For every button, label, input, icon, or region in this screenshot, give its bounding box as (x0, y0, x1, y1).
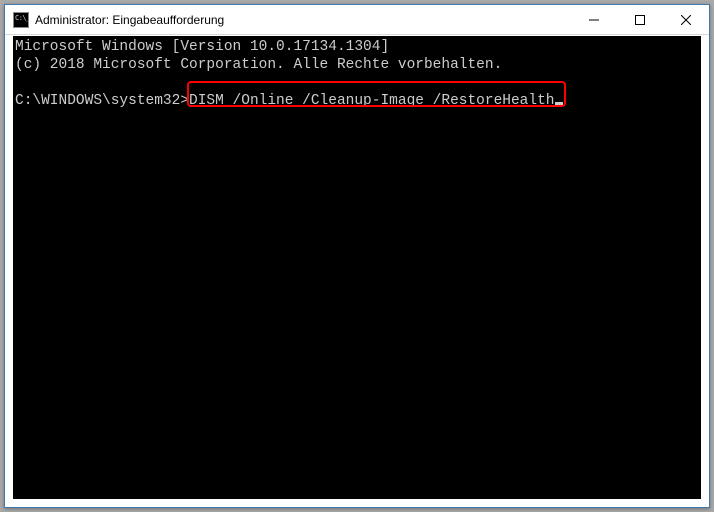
titlebar[interactable]: Administrator: Eingabeaufforderung (5, 5, 709, 35)
console-line-version: Microsoft Windows [Version 10.0.17134.13… (15, 39, 389, 55)
window-frame: Administrator: Eingabeaufforderung Micro… (4, 4, 710, 508)
minimize-button[interactable] (571, 5, 617, 34)
window-controls (571, 5, 709, 34)
console-command: DISM /Online /Cleanup-Image /RestoreHeal… (189, 93, 554, 109)
maximize-button[interactable] (617, 5, 663, 34)
console-prompt: C:\WINDOWS\system32> (15, 93, 189, 109)
close-button[interactable] (663, 5, 709, 34)
cmd-icon (13, 12, 29, 28)
console-output[interactable]: Microsoft Windows [Version 10.0.17134.13… (13, 36, 701, 499)
console-prompt-line: C:\WINDOWS\system32>DISM /Online /Cleanu… (15, 92, 563, 110)
text-cursor (555, 102, 563, 105)
console-line-copyright: (c) 2018 Microsoft Corporation. Alle Rec… (15, 57, 502, 73)
window-title: Administrator: Eingabeaufforderung (35, 13, 224, 27)
